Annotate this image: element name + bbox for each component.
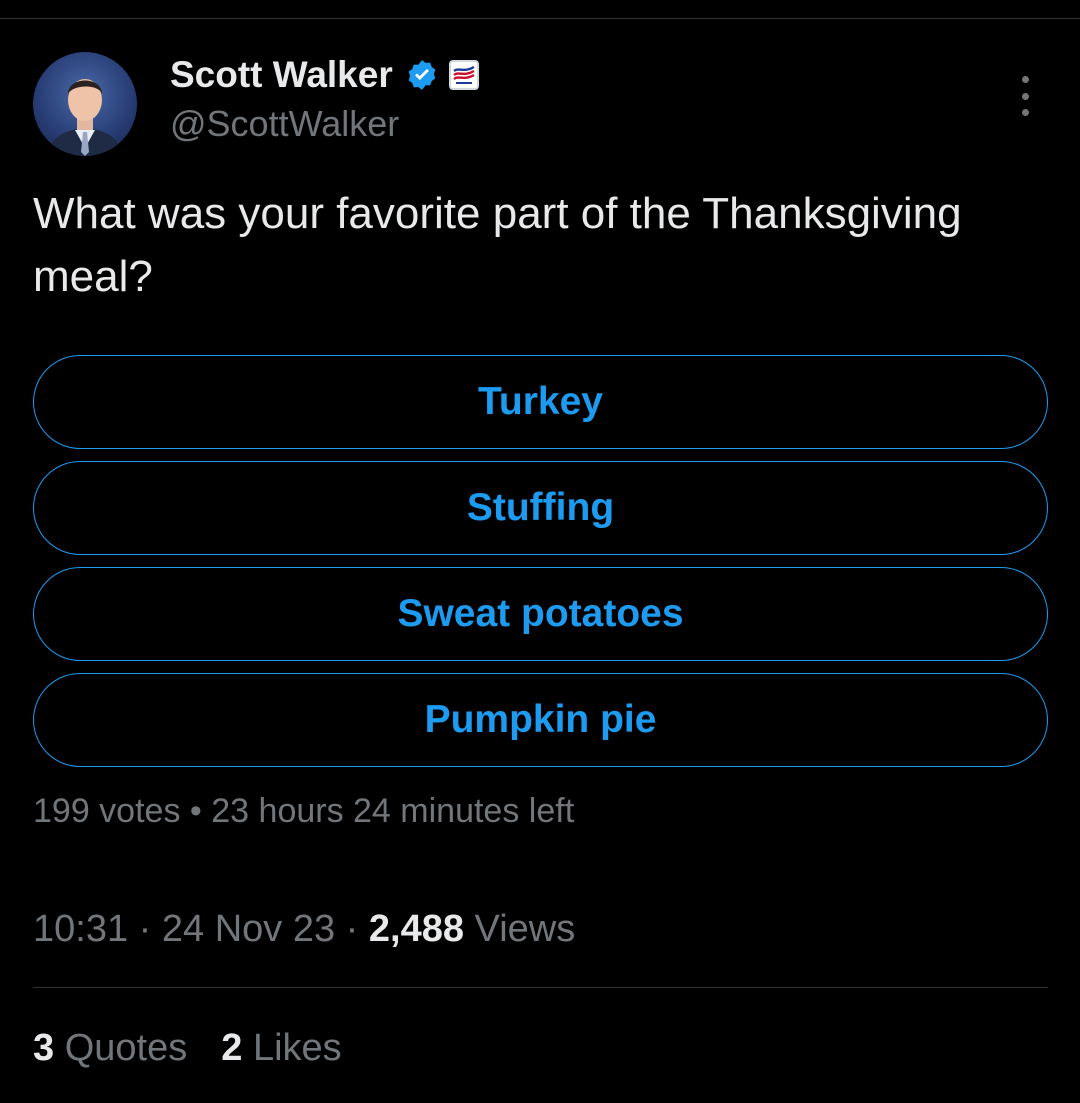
- poll-option-sweat-potatoes[interactable]: Sweat potatoes: [33, 567, 1048, 661]
- more-dot: [1021, 76, 1029, 83]
- stats-divider: [33, 987, 1048, 988]
- quotes-count: 3: [33, 1027, 55, 1069]
- views-count: 2,488: [368, 908, 464, 950]
- tweet-meta: 10:31 · 24 Nov 23 · 2,488 Views: [33, 908, 575, 951]
- author-handle[interactable]: @ScottWalker: [170, 103, 399, 145]
- tweet-time[interactable]: 10:31: [33, 908, 128, 950]
- tweet-date[interactable]: 24 Nov 23: [162, 908, 335, 950]
- tweet-text: What was your favorite part of the Thank…: [33, 189, 962, 301]
- quotes-label: Quotes: [64, 1027, 188, 1069]
- views-label: Views: [474, 908, 576, 950]
- profile-photo-icon: [47, 79, 123, 156]
- poll-option-pumpkin-pie[interactable]: Pumpkin pie: [33, 673, 1048, 767]
- poll-option-stuffing[interactable]: Stuffing: [33, 461, 1048, 555]
- poll-votes: 199 votes: [33, 792, 181, 830]
- likes-stat[interactable]: 2 Likes: [221, 1027, 341, 1069]
- quotes-stat[interactable]: 3 Quotes: [33, 1027, 187, 1069]
- engagement-stats: 3 Quotes 2 Likes: [33, 1027, 342, 1070]
- verified-badge-icon[interactable]: [405, 58, 439, 92]
- poll-time-left: 23 hours 24 minutes left: [211, 792, 575, 830]
- avatar[interactable]: [33, 52, 137, 156]
- top-divider: [0, 18, 1080, 19]
- more-options-icon[interactable]: [1012, 76, 1038, 116]
- likes-count: 2: [221, 1027, 243, 1069]
- poll-meta: 199 votes • 23 hours 24 minutes left: [33, 792, 574, 831]
- author-name-row: Scott Walker: [170, 52, 479, 98]
- flag-affiliation-icon[interactable]: [448, 60, 479, 90]
- more-dot: [1021, 92, 1029, 100]
- meta-separator: ·: [345, 908, 359, 950]
- more-dot: [1021, 109, 1029, 116]
- poll-separator: •: [189, 792, 202, 830]
- author-name[interactable]: Scott Walker: [170, 54, 393, 96]
- poll-option-turkey[interactable]: Turkey: [33, 355, 1048, 449]
- meta-separator: ·: [138, 908, 152, 950]
- likes-label: Likes: [252, 1027, 342, 1069]
